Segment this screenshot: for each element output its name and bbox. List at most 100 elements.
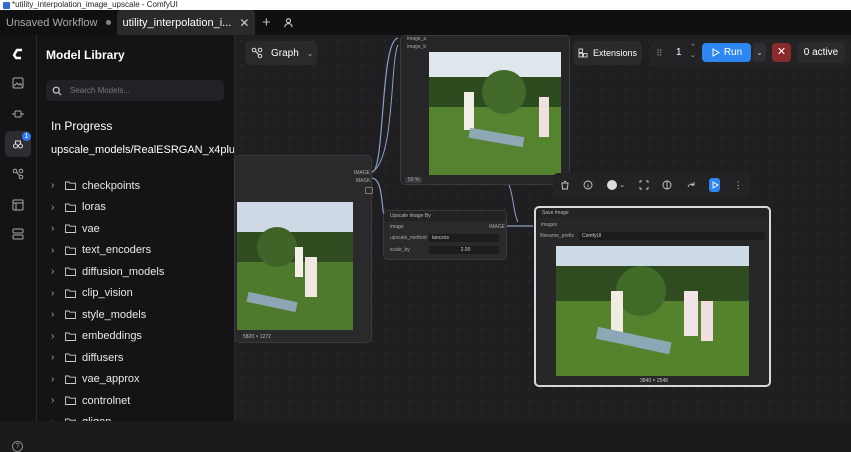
cancel-run-button[interactable]: ✕ (772, 43, 791, 62)
template-icon (12, 199, 24, 211)
workflow-icon (12, 168, 24, 180)
model-library-panel: Model Library In Progress upscale_models… (37, 35, 235, 421)
sidebar-item-templates[interactable] (5, 192, 31, 218)
folder-label: diffusion_models (82, 265, 165, 278)
upscale-method-select[interactable]: lanczos (429, 234, 499, 242)
folder-item[interactable]: › text_encoders (51, 240, 164, 262)
new-tab-button[interactable]: + (255, 14, 277, 31)
model-library-icon (13, 140, 23, 149)
garden-photo-image (237, 202, 353, 330)
play-icon (712, 181, 719, 189)
active-queue-label[interactable]: 0 active (797, 42, 845, 63)
folder-label: loras (82, 201, 106, 214)
folder-label: style_models (82, 308, 147, 321)
chevron-right-icon: › (51, 330, 55, 342)
in-progress-item[interactable]: upscale_models/RealESRGAN_x4plus.s (51, 144, 234, 156)
sidebar-item-nodes[interactable] (5, 101, 31, 127)
chevron-right-icon: › (51, 373, 55, 385)
extensions-label: Extensions (592, 48, 638, 58)
folder-item[interactable]: › controlnet (51, 390, 164, 412)
chevron-right-icon: › (51, 244, 55, 256)
load-image-node[interactable]: IMAGE MASK 5820 × 1272 (234, 155, 373, 343)
folder-item[interactable]: › diffusion_models (51, 261, 164, 283)
image-compare-node[interactable]: image_a image_b 50 % (400, 35, 570, 185)
run-button[interactable]: Run (702, 43, 751, 62)
folder-label: clip_vision (82, 287, 133, 300)
trash-icon (561, 181, 569, 190)
selection-toolbar: ⌄ ⋮ (553, 173, 750, 197)
node-title: Save Image (536, 208, 769, 218)
user-button[interactable] (277, 17, 299, 28)
folder-icon (65, 267, 76, 277)
bypass-button[interactable] (662, 178, 674, 192)
search-box (46, 80, 224, 101)
color-button[interactable]: ⌄ (606, 178, 626, 192)
close-icon[interactable]: ✕ (239, 16, 249, 30)
chevron-right-icon: › (51, 309, 55, 321)
input-image-preview (237, 202, 353, 330)
layout-icon (12, 228, 24, 240)
folder-label: vae_approx (82, 373, 140, 386)
folder-item[interactable]: › loras (51, 197, 164, 219)
upscale-method-label: upscale_method (390, 235, 427, 241)
batch-count-input[interactable]: 1 (676, 47, 682, 58)
chevron-right-icon: › (51, 266, 55, 278)
filename-prefix-label: filename_prefix (540, 233, 574, 239)
sidebar-item-model-library[interactable]: 1 (5, 131, 31, 157)
folder-label: embeddings (82, 330, 142, 343)
tab-unsaved-workflow[interactable]: Unsaved Workflow (0, 10, 117, 35)
batch-stepper-icon[interactable]: ⌃ ⌄ (690, 44, 696, 60)
folder-icon (65, 396, 76, 406)
node-menu-icon[interactable] (365, 187, 373, 194)
upscale-image-by-node[interactable]: Upscale Image By image IMAGE upscale_met… (383, 210, 507, 260)
sidebar-item-images[interactable] (5, 70, 31, 96)
output-mask-label: MASK (356, 178, 371, 184)
help-icon[interactable]: ? (12, 441, 23, 452)
sidebar-item-workflows[interactable] (5, 161, 31, 187)
input-image-b-label: image_b (407, 44, 427, 50)
folder-icon (65, 224, 76, 234)
tab-label: Unsaved Workflow (6, 16, 98, 29)
drag-handle-icon[interactable]: ⠿ (656, 48, 663, 59)
folder-item[interactable]: › gligen (51, 412, 164, 421)
run-label: Run (723, 47, 743, 58)
folder-label: controlnet (82, 394, 131, 407)
chevron-right-icon: › (51, 417, 59, 421)
run-options-dropdown[interactable]: ⌄ (753, 43, 766, 62)
scale-by-stepper[interactable]: 2.00 (429, 246, 499, 254)
folder-icon (65, 375, 76, 384)
graph-icon (251, 47, 263, 59)
run-selected-button[interactable] (708, 178, 721, 192)
sidebar-item-layouts[interactable] (5, 221, 31, 247)
filename-prefix-input[interactable]: ComfyUI (579, 232, 765, 240)
play-icon (712, 48, 720, 57)
save-image-node[interactable]: Save Image images filename_prefix ComfyU… (534, 206, 771, 387)
tab-bar: Unsaved Workflow utility_interpolation_i… (0, 10, 851, 35)
scale-by-label: scale_by (390, 247, 410, 253)
info-button[interactable] (583, 178, 595, 192)
comfy-menu-button[interactable] (5, 41, 31, 67)
chevron-down-icon: ⌄ (306, 48, 314, 58)
folder-item[interactable]: › clip_vision (51, 283, 164, 305)
more-button[interactable]: ⋮ (732, 178, 744, 192)
tab-label: utility_interpolation_i... (122, 16, 232, 29)
folder-item[interactable]: › diffusers (51, 347, 164, 369)
graph-label: Graph (271, 47, 299, 59)
folder-item[interactable]: › checkpoints (51, 175, 164, 197)
search-input[interactable] (70, 86, 210, 95)
folder-item[interactable]: › vae_approx (51, 369, 164, 391)
folder-icon (65, 181, 76, 191)
folder-item[interactable]: › embeddings (51, 326, 164, 348)
redo-button[interactable] (685, 178, 697, 192)
output-image-preview (556, 246, 749, 376)
tab-utility-interpolation[interactable]: utility_interpolation_i... ✕ (116, 10, 256, 35)
folder-label: diffusers (82, 351, 124, 364)
folder-icon (65, 332, 76, 341)
extensions-button[interactable]: Extensions (573, 41, 642, 65)
fit-button[interactable] (638, 178, 650, 192)
delete-button[interactable] (559, 178, 571, 192)
folder-item[interactable]: › vae (51, 218, 164, 240)
graph-button[interactable]: Graph ⌄ (245, 41, 317, 65)
folder-item[interactable]: › style_models (51, 304, 164, 326)
input-image-a-label: image_a (407, 36, 427, 42)
